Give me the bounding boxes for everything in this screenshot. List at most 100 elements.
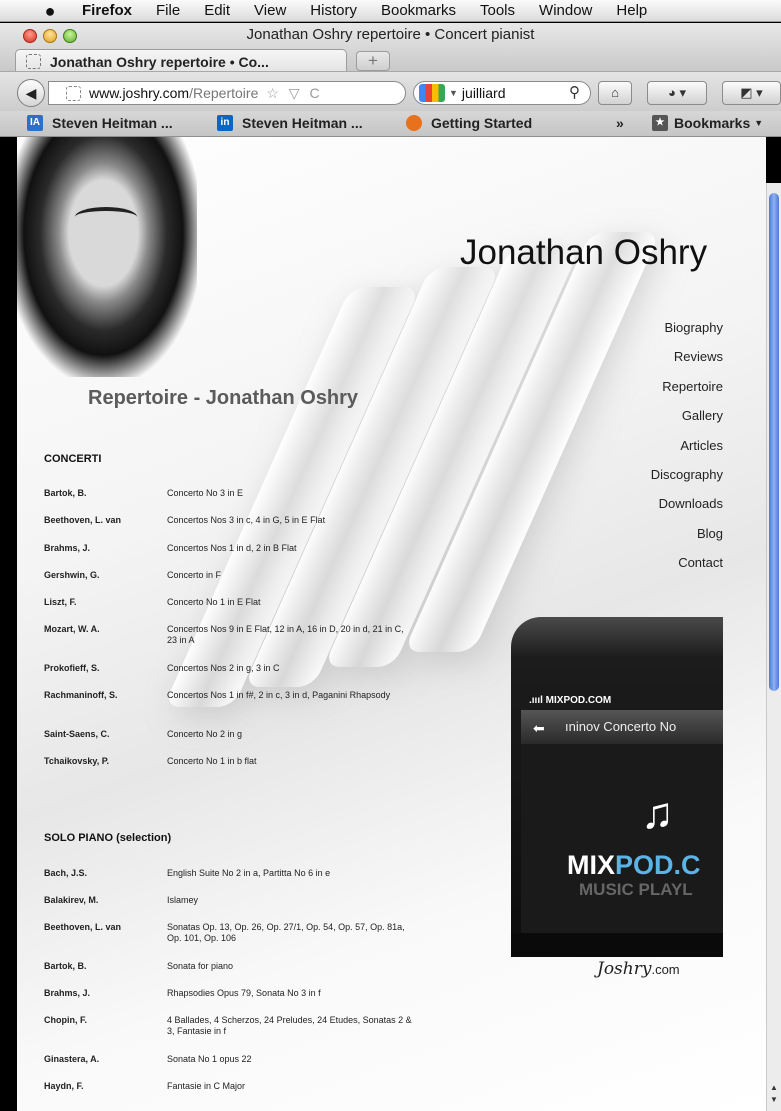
menu-view[interactable]: View [242,0,298,22]
scroll-up-icon[interactable]: ▲ [769,1083,779,1092]
addon-button-2[interactable]: ◩ ▾ [722,81,781,105]
bookmark-label: Steven Heitman ... [242,115,363,131]
nav-discography[interactable]: Discography [651,467,723,496]
composer-cell: Beethoven, L. van [44,922,122,932]
linkedin-icon: in [217,115,233,131]
site-title: Jonathan Oshry [460,233,708,272]
works-cell: Sonatas Op. 13, Op. 26, Op. 27/1, Op. 54… [167,922,405,943]
menu-app-firefox[interactable]: Firefox [64,0,144,22]
search-icon[interactable]: ⚲ [569,83,580,101]
works-cell: Concerto No 1 in b flat [167,756,257,766]
works-cell: Concertos Nos 9 in E Flat, 12 in A, 16 i… [167,624,404,645]
player-subtitle: MUSIC PLAYL [579,880,693,899]
nav-repertoire[interactable]: Repertoire [651,379,723,408]
mixpod-brand: MIXPOD.C [567,850,701,881]
menu-bookmarks[interactable]: Bookmarks [369,0,468,22]
works-cell: Concertos Nos 3 in c, 4 in G, 5 in E Fla… [167,515,326,525]
google-engine-icon[interactable] [419,84,445,102]
works-cell: Concertos Nos 1 in d, 2 in B Flat [167,543,297,553]
menu-file[interactable]: File [144,0,192,22]
url-host: www.joshry.com [89,85,190,101]
player-status: .ıııl MIXPOD.COM [529,695,612,706]
logo-suffix: .com [651,962,680,977]
table-row: Rachmaninoff, S. Concertos Nos 1 in f#, 2… [44,690,424,701]
star-dropdown-reload-icons[interactable]: ☆ ▽ C [266,85,322,102]
pianist-portrait [17,137,197,377]
back-button[interactable]: ◀ [17,79,45,107]
new-tab-button[interactable]: + [356,51,390,71]
bookmark-steven-heitman-2[interactable]: in Steven Heitman ... [217,115,363,131]
navigation-toolbar: ◀ www.joshry.com/Repertoire ☆ ▽ C ▼ juil… [0,71,781,111]
page-heading: Repertoire - Jonathan Oshry [88,387,359,409]
bookmarks-star-icon: ★ [652,115,668,131]
nav-gallery[interactable]: Gallery [651,408,723,437]
composer-cell: Bach, J.S. [44,868,88,878]
table-row: Liszt, F. Concerto No 1 in E Flat [44,597,424,608]
webpage-content: Jonathan Oshry Repertoire - Jonathan Osh… [17,137,766,1111]
composer-cell: Beethoven, L. van [44,515,122,525]
nav-biography[interactable]: Biography [651,320,723,349]
works-cell: Islamey [167,895,199,905]
composer-cell: Chopin, F. [44,1015,87,1025]
table-row: Bach, J.S. English Suite No 2 in a, Parti… [44,868,424,879]
nav-contact[interactable]: Contact [651,555,723,584]
mixpod-player-widget[interactable]: .ıııl MIXPOD.COM ⬅ ıninov Concerto No ♫ … [511,617,723,957]
bookmarks-menu-button[interactable]: ★ Bookmarks ▼ [652,115,763,131]
joshry-logo: Joshry.com [597,959,680,979]
table-row: Chopin, F. 4 Ballades, 4 Scherzos, 24 Pre… [44,1015,424,1037]
chevron-down-icon: ▼ [754,118,764,128]
section-title-concerti: CONCERTI [44,453,102,465]
table-row: Haydn, F. Fantasie in C Major [44,1081,424,1092]
table-row: Beethoven, L. van Concertos Nos 3 in c, 4… [44,515,424,526]
composer-cell: Balakirev, M. [44,895,99,905]
works-cell: Sonata for piano [167,961,234,971]
bookmark-getting-started[interactable]: Getting Started [406,115,532,131]
nav-articles[interactable]: Articles [651,438,723,467]
vertical-scrollbar[interactable]: ▲ ▼ [766,183,781,1111]
window-title: Jonathan Oshry repertoire • Concert pian… [246,26,535,43]
site-identity-icon[interactable] [66,85,81,101]
nav-reviews[interactable]: Reviews [651,349,723,378]
composer-cell: Saint-Saens, C. [44,729,110,739]
nav-downloads[interactable]: Downloads [651,496,723,525]
chevron-down-icon[interactable]: ▼ [449,88,458,98]
works-cell: 4 Ballades, 4 Scherzos, 24 Preludes, 24 … [167,1015,412,1036]
nav-blog[interactable]: Blog [651,526,723,555]
menu-window[interactable]: Window [527,0,604,22]
player-track-title: ıninov Concerto No [565,719,677,734]
arrow-left-icon[interactable]: ⬅ [533,720,545,737]
bookmark-steven-heitman-1[interactable]: IA Steven Heitman ... [27,115,173,131]
composer-cell: Bartok, B. [44,488,87,498]
addon-button[interactable]: ◕ ▾ [647,81,707,105]
works-cell: Rhapsodies Opus 79, Sonata No 3 in f [167,988,321,998]
bookmark-label: Steven Heitman ... [52,115,173,131]
table-row: Saint-Saens, C. Concerto No 2 in g [44,729,424,740]
mac-menubar: ● Firefox File Edit View History Bookmar… [0,0,781,22]
logo-text: Joshry [597,959,652,979]
composer-cell: Bartok, B. [44,961,87,971]
composer-cell: Brahms, J. [44,988,91,998]
apple-icon[interactable]: ● [36,0,64,22]
section-title-solo-piano: SOLO PIANO (selection) [44,832,172,844]
menu-help[interactable]: Help [604,0,659,22]
scroll-down-icon[interactable]: ▼ [769,1095,779,1104]
bookmarks-overflow-button[interactable]: » [616,115,624,131]
menu-history[interactable]: History [298,0,369,22]
table-row: Balakirev, M. Islamey [44,895,424,906]
composer-cell: Gershwin, G. [44,570,100,580]
search-bar[interactable]: ▼ juilliard ⚲ [413,81,591,105]
search-input[interactable]: juilliard [462,85,506,101]
tab-jonathan-oshry-repertoire[interactable]: Jonathan Oshry repertoire • Co... [15,49,347,73]
table-row: Beethoven, L. van Sonatas Op. 13, Op. 26,… [44,922,424,944]
works-cell: Concerto No 1 in E Flat [167,597,261,607]
arrow-left-icon: ◀ [25,85,37,101]
works-cell: Fantasie in C Major [167,1081,246,1091]
url-bar[interactable]: www.joshry.com/Repertoire ☆ ▽ C [48,81,406,105]
table-row: Mozart, W. A. Concertos Nos 9 in E Flat, … [44,624,424,646]
menu-edit[interactable]: Edit [192,0,242,22]
menu-tools[interactable]: Tools [468,0,527,22]
table-row: Brahms, J. Concertos Nos 1 in d, 2 in B F… [44,543,424,554]
home-button[interactable]: ⌂ [598,81,632,105]
scrollbar-thumb[interactable] [769,193,779,691]
table-row: Brahms, J. Rhapsodies Opus 79, Sonata No … [44,988,424,999]
